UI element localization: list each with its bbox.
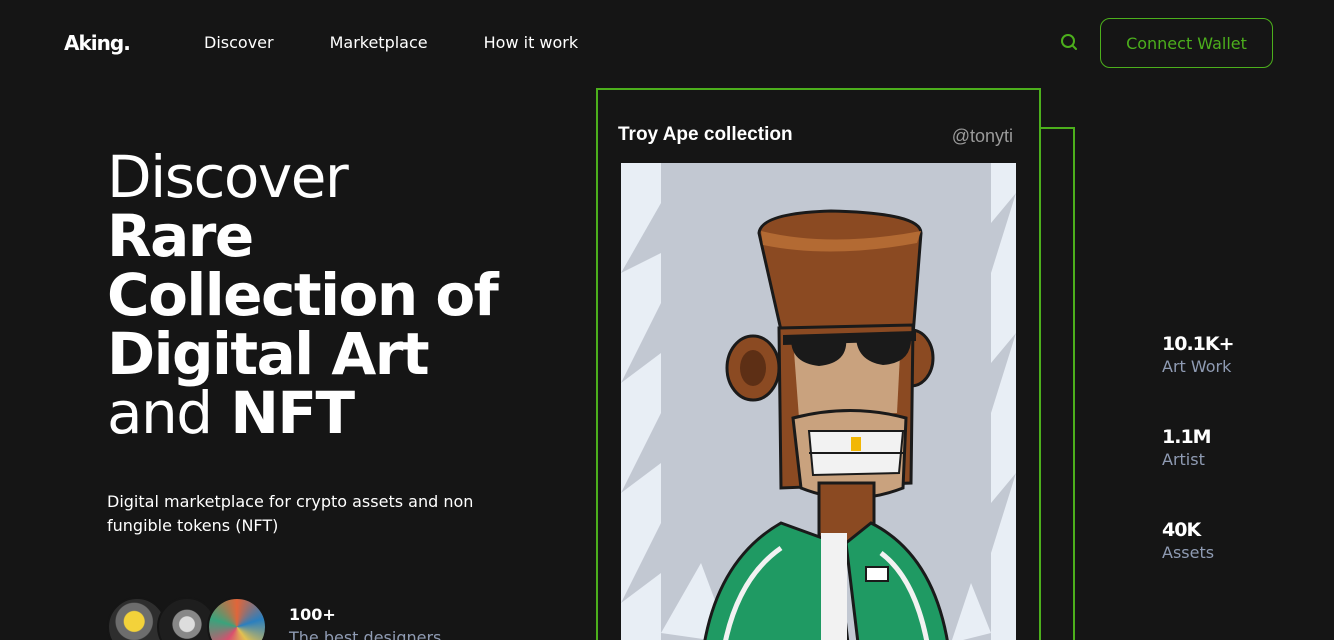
nav-how-it-work[interactable]: How it work: [484, 33, 579, 52]
nav-discover[interactable]: Discover: [204, 33, 274, 52]
avatar[interactable]: [207, 597, 267, 640]
hero-title: Discover Rare Collection of Digital Art …: [107, 148, 547, 443]
hero-title-part: Discover: [107, 143, 349, 211]
stat-label: Artist: [1162, 450, 1205, 469]
stat-item: 40K Assets: [1162, 519, 1234, 562]
logo[interactable]: Aking.: [64, 31, 131, 55]
nft-ape-image[interactable]: [621, 163, 1016, 640]
stat-value: 1.1M: [1162, 426, 1212, 448]
stat-label: Art Work: [1162, 357, 1232, 376]
connect-wallet-button[interactable]: Connect Wallet: [1100, 18, 1273, 68]
designers-label: The best designers: [289, 628, 442, 640]
card-handle[interactable]: @tonyti: [952, 126, 1013, 147]
hero-title-part: NFT: [230, 379, 355, 447]
search-icon[interactable]: [1060, 33, 1078, 51]
card-title: Troy Ape collection: [618, 124, 793, 145]
stat-label: Assets: [1162, 543, 1215, 562]
hero-title-part: and: [107, 379, 213, 447]
nft-card[interactable]: Troy Ape collection @tonyti: [596, 88, 1041, 640]
main-nav: Discover Marketplace How it work: [204, 33, 578, 52]
nav-marketplace[interactable]: Marketplace: [330, 33, 428, 52]
stat-value: 40K: [1162, 519, 1201, 541]
hero-title-part: Rare Collection of Digital Art: [107, 202, 499, 388]
card-back-frame: [1040, 127, 1075, 640]
stat-value: 10.1K+: [1162, 333, 1235, 355]
designers-count: 100+: [289, 605, 336, 624]
designer-avatars: [107, 597, 267, 640]
designers-summary: 100+ The best designers: [289, 605, 441, 640]
stat-item: 1.1M Artist: [1162, 426, 1234, 469]
hero-subtitle: Digital marketplace for crypto assets an…: [107, 492, 474, 535]
stat-item: 10.1K+ Art Work: [1162, 333, 1235, 376]
stats-panel: 10.1K+ Art Work 1.1M Artist 40K Assets: [1162, 333, 1235, 612]
